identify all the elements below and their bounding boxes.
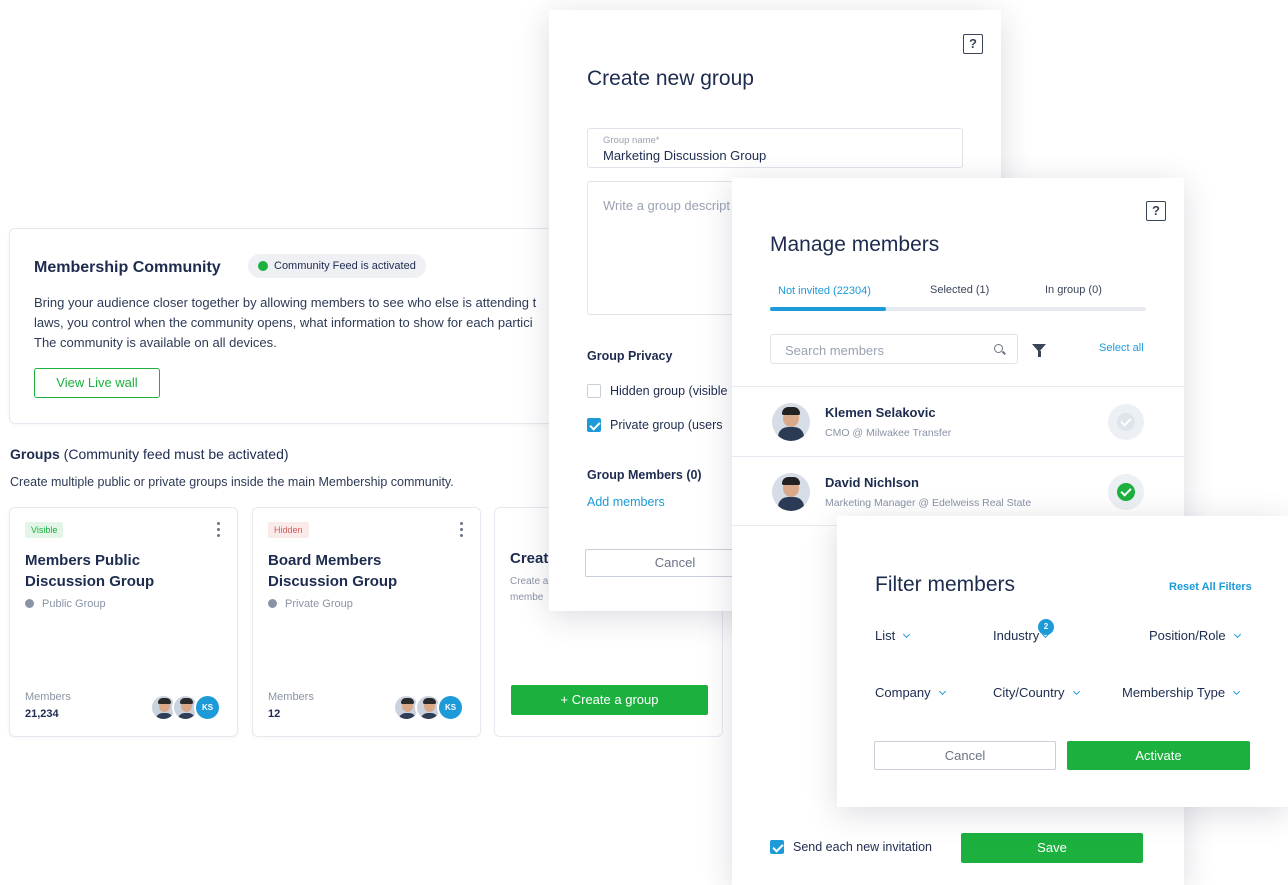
groups-subtitle: Create multiple public or private groups… bbox=[10, 475, 454, 489]
visibility-badge: Hidden bbox=[268, 522, 309, 538]
group-privacy-heading: Group Privacy bbox=[587, 349, 673, 363]
community-description: Bring your audience closer together by a… bbox=[34, 293, 574, 353]
avatar bbox=[772, 403, 810, 441]
filter-company-dropdown[interactable]: Company bbox=[875, 685, 946, 700]
select-all-link[interactable]: Select all bbox=[1099, 342, 1144, 354]
member-role: CMO @ Milwakee Transfer bbox=[825, 427, 952, 439]
active-tab-indicator bbox=[770, 307, 886, 311]
reset-all-filters-link[interactable]: Reset All Filters bbox=[1169, 581, 1252, 593]
chevron-down-icon bbox=[1233, 630, 1241, 639]
group-type-label: Public Group bbox=[42, 598, 106, 610]
save-button[interactable]: Save bbox=[961, 833, 1143, 863]
modal-title: Filter members bbox=[875, 573, 1016, 596]
more-options-icon[interactable] bbox=[460, 522, 464, 538]
group-type: Private Group bbox=[268, 598, 353, 610]
help-icon[interactable]: ? bbox=[963, 34, 983, 54]
feed-status-label: Community Feed is activated bbox=[274, 260, 416, 272]
check-icon bbox=[1117, 413, 1135, 431]
send-invitation-checkbox[interactable] bbox=[770, 840, 784, 854]
description-line: The community is available on all device… bbox=[34, 335, 277, 350]
groups-heading-bold: Groups bbox=[10, 446, 60, 462]
members-count: 21,234 bbox=[25, 708, 59, 720]
avatar-initials: KS bbox=[194, 694, 221, 721]
modal-title: Manage members bbox=[770, 233, 940, 256]
group-card[interactable]: Hidden Board Members Discussion Group Pr… bbox=[252, 507, 481, 737]
groups-heading: Groups (Community feed must be activated… bbox=[10, 446, 289, 462]
tab-in-group[interactable]: In group (0) bbox=[1045, 284, 1102, 296]
private-group-checkbox[interactable] bbox=[587, 418, 601, 432]
chevron-down-icon bbox=[903, 630, 911, 639]
members-label: Members bbox=[268, 691, 314, 703]
group-name-field[interactable]: Group name* Marketing Discussion Group bbox=[587, 128, 963, 168]
industry-count-badge: 2 bbox=[1038, 619, 1054, 635]
filter-label: Company bbox=[875, 685, 931, 700]
member-name: David Nichlson bbox=[825, 475, 919, 490]
member-avatars: KS bbox=[150, 694, 230, 722]
description-line: Bring your audience closer together by a… bbox=[34, 295, 537, 310]
send-invitation-label: Send each new invitation bbox=[793, 840, 932, 854]
filter-list-dropdown[interactable]: List bbox=[875, 628, 911, 643]
description-line: laws, you control when the community ope… bbox=[34, 315, 533, 330]
chevron-down-icon bbox=[938, 687, 946, 696]
filter-icon[interactable] bbox=[1032, 344, 1046, 357]
view-live-wall-button[interactable]: View Live wall bbox=[34, 368, 160, 398]
private-group-label: Private group (users bbox=[610, 418, 723, 432]
group-title[interactable]: Board Members Discussion Group bbox=[268, 550, 448, 592]
filter-label: Industry bbox=[993, 628, 1040, 643]
create-group-button[interactable]: + Create a group bbox=[511, 685, 708, 715]
hidden-group-checkbox[interactable] bbox=[587, 384, 601, 398]
search-icon bbox=[994, 344, 1003, 353]
member-avatars: KS bbox=[393, 694, 473, 722]
chevron-down-icon bbox=[1233, 687, 1241, 696]
group-title[interactable]: Members Public Discussion Group bbox=[25, 550, 205, 592]
tab-selected[interactable]: Selected (1) bbox=[930, 284, 989, 296]
member-role: Marketing Manager @ Edelweiss Real State bbox=[825, 497, 1032, 509]
create-group-title: Creat bbox=[510, 550, 549, 567]
hidden-group-label: Hidden group (visible bbox=[610, 384, 728, 398]
avatar bbox=[772, 473, 810, 511]
help-icon[interactable]: ? bbox=[1146, 201, 1166, 221]
group-members-heading: Group Members (0) bbox=[587, 468, 702, 482]
community-title: Membership Community bbox=[34, 259, 221, 276]
check-icon bbox=[1117, 483, 1135, 501]
search-placeholder: Search members bbox=[785, 343, 884, 358]
select-member-toggle[interactable] bbox=[1108, 404, 1144, 440]
status-dot-icon bbox=[258, 261, 268, 271]
activate-button[interactable]: Activate bbox=[1067, 741, 1250, 770]
filter-members-modal: Filter members Reset All Filters List In… bbox=[837, 516, 1288, 807]
description-placeholder: Write a group descript bbox=[603, 198, 730, 213]
filter-membership-type-dropdown[interactable]: Membership Type bbox=[1122, 685, 1241, 700]
member-row[interactable]: Klemen Selakovic CMO @ Milwakee Transfer bbox=[732, 386, 1184, 456]
community-feed-status-badge: Community Feed is activated bbox=[248, 254, 426, 278]
tab-not-invited[interactable]: Not invited (22304) bbox=[778, 285, 871, 297]
members-count: 12 bbox=[268, 708, 281, 720]
groups-heading-note: (Community feed must be activated) bbox=[59, 446, 289, 462]
filter-label: Membership Type bbox=[1122, 685, 1226, 700]
group-type: Public Group bbox=[25, 598, 106, 610]
group-type-label: Private Group bbox=[285, 598, 353, 610]
search-members-input[interactable]: Search members bbox=[770, 334, 1018, 364]
cancel-button[interactable]: Cancel bbox=[874, 741, 1056, 770]
avatar-initials: KS bbox=[437, 694, 464, 721]
membership-community-card: Membership Community Community Feed is a… bbox=[9, 228, 569, 424]
member-name: Klemen Selakovic bbox=[825, 405, 936, 420]
globe-icon bbox=[25, 599, 34, 608]
filter-label: Position/Role bbox=[1149, 628, 1226, 643]
filter-label: List bbox=[875, 628, 896, 643]
filter-label: City/Country bbox=[993, 685, 1065, 700]
filter-position-dropdown[interactable]: Position/Role bbox=[1149, 628, 1241, 643]
more-options-icon[interactable] bbox=[217, 522, 221, 538]
group-card[interactable]: Visible Members Public Discussion Group … bbox=[9, 507, 238, 737]
members-label: Members bbox=[25, 691, 71, 703]
group-name-value: Marketing Discussion Group bbox=[603, 148, 767, 163]
visibility-badge: Visible bbox=[25, 522, 64, 538]
add-members-link[interactable]: Add members bbox=[587, 495, 665, 509]
lock-icon bbox=[268, 599, 277, 608]
modal-title: Create new group bbox=[587, 67, 754, 90]
chevron-down-icon bbox=[1072, 687, 1080, 696]
filter-city-dropdown[interactable]: City/Country bbox=[993, 685, 1080, 700]
group-name-label: Group name* bbox=[603, 135, 660, 146]
select-member-toggle[interactable] bbox=[1108, 474, 1144, 510]
